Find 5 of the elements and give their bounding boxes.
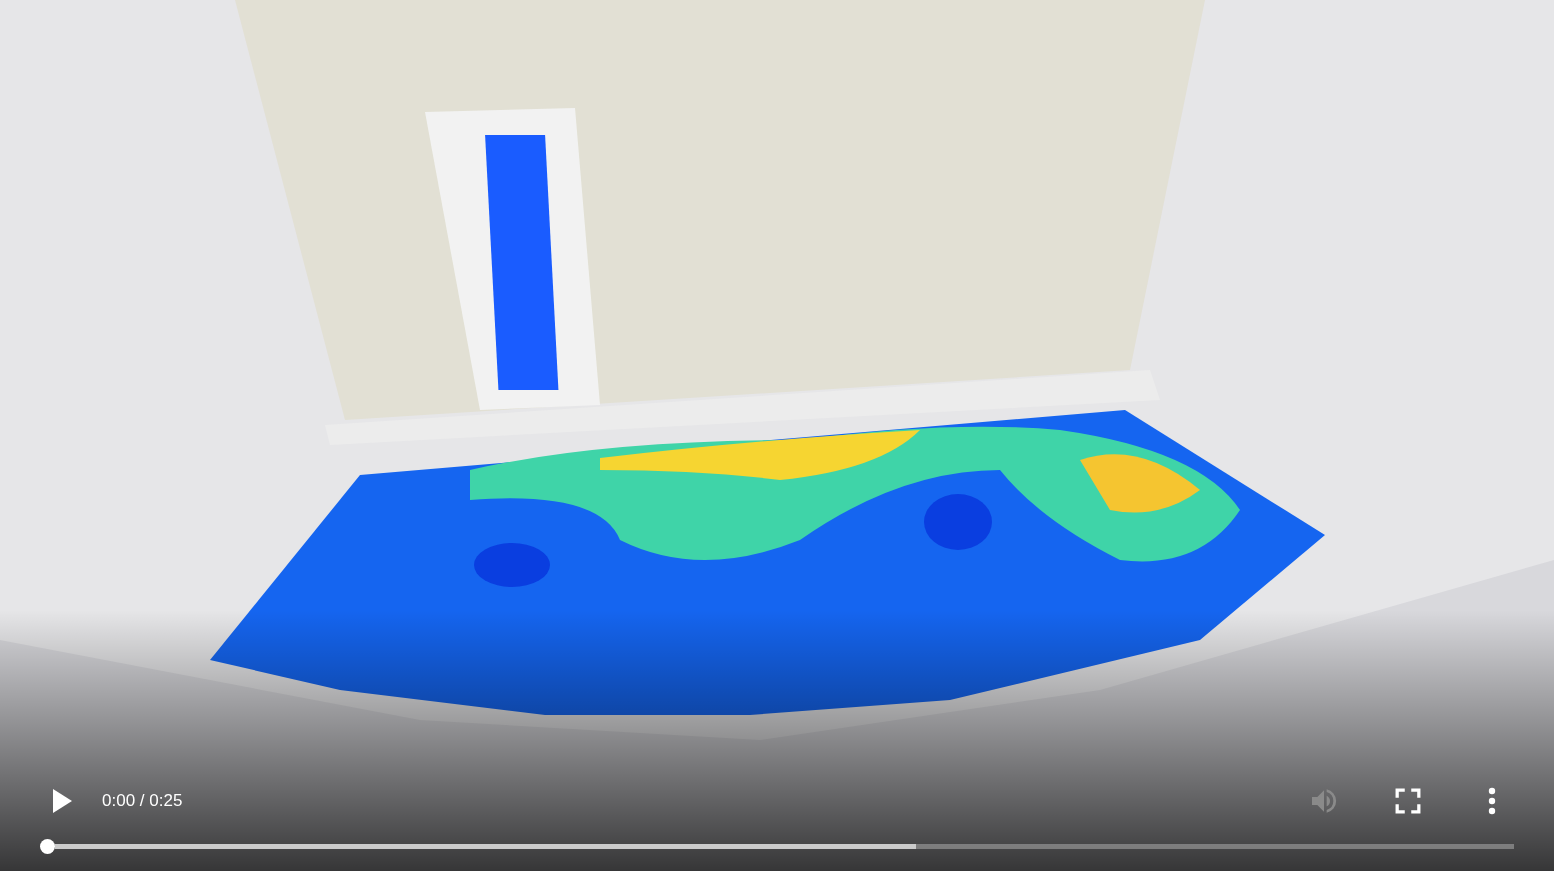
fullscreen-icon <box>1395 788 1421 814</box>
progress-track[interactable] <box>55 844 1514 849</box>
play-icon <box>51 788 73 814</box>
time-display: 0:00 / 0:25 <box>102 790 183 813</box>
more-icon <box>1488 787 1496 815</box>
